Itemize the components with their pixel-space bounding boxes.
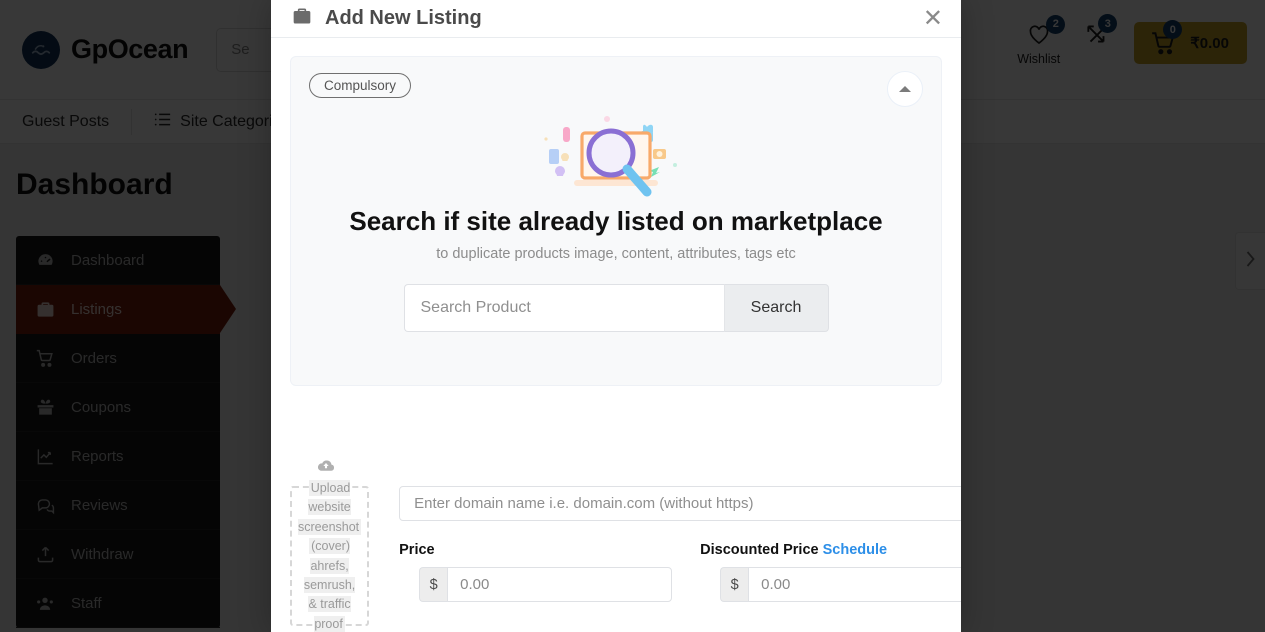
discounted-price-label-text: Discounted Price [700,542,819,558]
close-icon[interactable]: ✕ [923,6,943,31]
schedule-link[interactable]: Schedule [823,542,887,558]
product-search-row: Search [309,284,923,332]
add-new-listing-modal: Add New Listing ✕ Compulsory Search if s… [271,0,961,632]
collapse-panel-button[interactable] [887,71,923,107]
chevron-up-icon [899,86,911,92]
discounted-price-input[interactable] [748,567,961,602]
compulsory-badge[interactable]: Compulsory [309,73,412,98]
discounted-price-input-group: $ [720,567,961,602]
modal-body: Compulsory Search if site already listed… [271,38,961,632]
modal-header: Add New Listing ✕ [271,0,961,38]
price-label: Price [399,542,435,558]
panel-heading: Search if site already listed on marketp… [349,206,883,236]
price-fields-row: Price $ Discounted Price Schedule $ [399,542,961,602]
upload-instructions: Upload website screenshot (cover) ahrefs… [298,459,362,632]
discounted-price-label: Discounted Price Schedule [700,542,961,558]
panel-content: Search if site already listed on marketp… [309,112,923,332]
discounted-price-field-group: Discounted Price Schedule $ [700,542,961,602]
listing-form: Upload website screenshot (cover) ahrefs… [290,460,961,632]
modal-title-text: Add New Listing [325,7,482,29]
currency-symbol: $ [720,567,749,602]
briefcase-icon [291,6,313,32]
search-product-input[interactable] [403,284,724,332]
price-input-group: $ [419,567,673,602]
price-field-group: Price $ [399,542,673,602]
currency-symbol: $ [419,567,448,602]
cloud-upload-icon [317,460,335,476]
magnifying-glass-marketplace-illustration [309,112,923,200]
panel-subheading: to duplicate products image, content, at… [436,246,796,262]
search-button[interactable]: Search [723,284,829,332]
product-search-group: Search [403,284,829,332]
price-input[interactable] [447,567,673,602]
upload-screenshot-dropzone[interactable]: Upload website screenshot (cover) ahrefs… [290,460,370,632]
domain-name-input[interactable] [399,486,961,521]
search-existing-panel: Compulsory Search if site already listed… [290,56,942,386]
upload-line-1: Upload website screenshot [298,480,362,535]
listing-fields: Price $ Discounted Price Schedule $ [399,486,961,626]
upload-line-2: (cover) ahrefs, semrush, & traffic proof [303,538,356,632]
modal-title: Add New Listing [291,6,482,32]
